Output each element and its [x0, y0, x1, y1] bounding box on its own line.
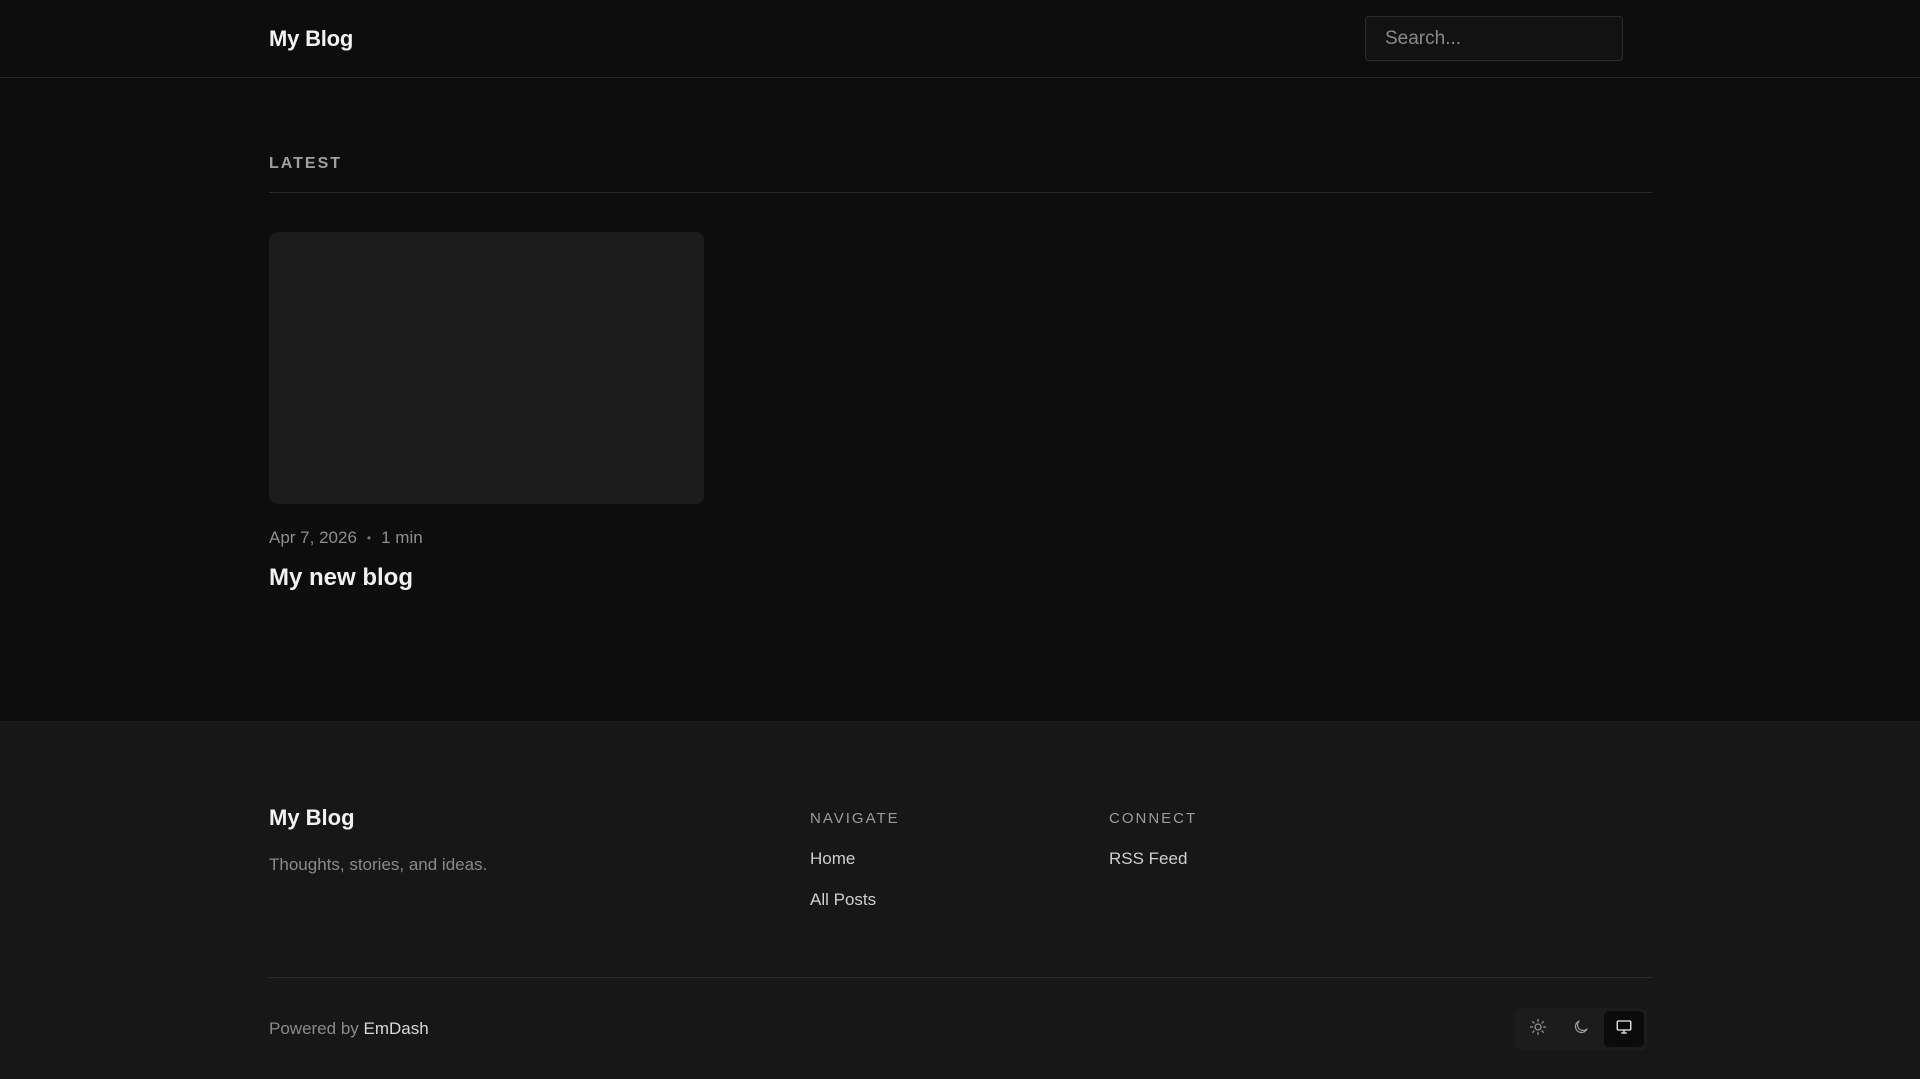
post-thumbnail[interactable]	[269, 232, 704, 504]
site-title-link[interactable]: My Blog	[269, 26, 353, 52]
theme-toggle	[1515, 1007, 1647, 1050]
footer-tagline: Thoughts, stories, and ideas.	[269, 855, 488, 874]
moon-icon	[1572, 1018, 1590, 1039]
footer-navigate: NAVIGATE Home All Posts	[810, 805, 1109, 977]
post-title-link[interactable]: My new blog	[269, 564, 704, 592]
theme-system-button[interactable]	[1604, 1010, 1644, 1047]
footer-link-home[interactable]: Home	[810, 849, 1109, 869]
meta-separator: •	[366, 531, 372, 545]
powered-by: Powered by EmDash	[269, 1019, 429, 1039]
powered-by-emdash-link[interactable]: EmDash	[364, 1019, 429, 1038]
monitor-icon	[1615, 1018, 1633, 1039]
footer-link-all-posts[interactable]: All Posts	[810, 890, 1109, 910]
footer-brand: My Blog Thoughts, stories, and ideas.	[269, 805, 810, 977]
footer-navigate-heading: NAVIGATE	[810, 810, 900, 827]
post-meta: Apr 7, 2026 • 1 min	[269, 528, 704, 548]
theme-light-button[interactable]	[1518, 1011, 1558, 1047]
post-read-time: 1 min	[381, 528, 423, 547]
footer-site-title: My Blog	[269, 805, 355, 830]
footer-connect-heading: CONNECT	[1109, 810, 1198, 827]
site-header: My Blog	[0, 0, 1920, 78]
sun-icon	[1529, 1018, 1547, 1039]
site-footer: My Blog Thoughts, stories, and ideas. NA…	[0, 721, 1920, 1079]
post-card[interactable]: Apr 7, 2026 • 1 min My new blog	[269, 232, 704, 592]
section-label-latest: LATEST	[269, 155, 1652, 193]
powered-by-prefix: Powered by	[269, 1018, 364, 1038]
footer-connect: CONNECT RSS Feed	[1109, 805, 1408, 977]
theme-dark-button[interactable]	[1561, 1011, 1601, 1047]
footer-link-rss-feed[interactable]: RSS Feed	[1109, 849, 1408, 869]
post-date: Apr 7, 2026	[269, 528, 357, 547]
search-input[interactable]	[1365, 16, 1623, 61]
main-content: LATEST Apr 7, 2026 • 1 min My new blog	[0, 78, 1920, 721]
